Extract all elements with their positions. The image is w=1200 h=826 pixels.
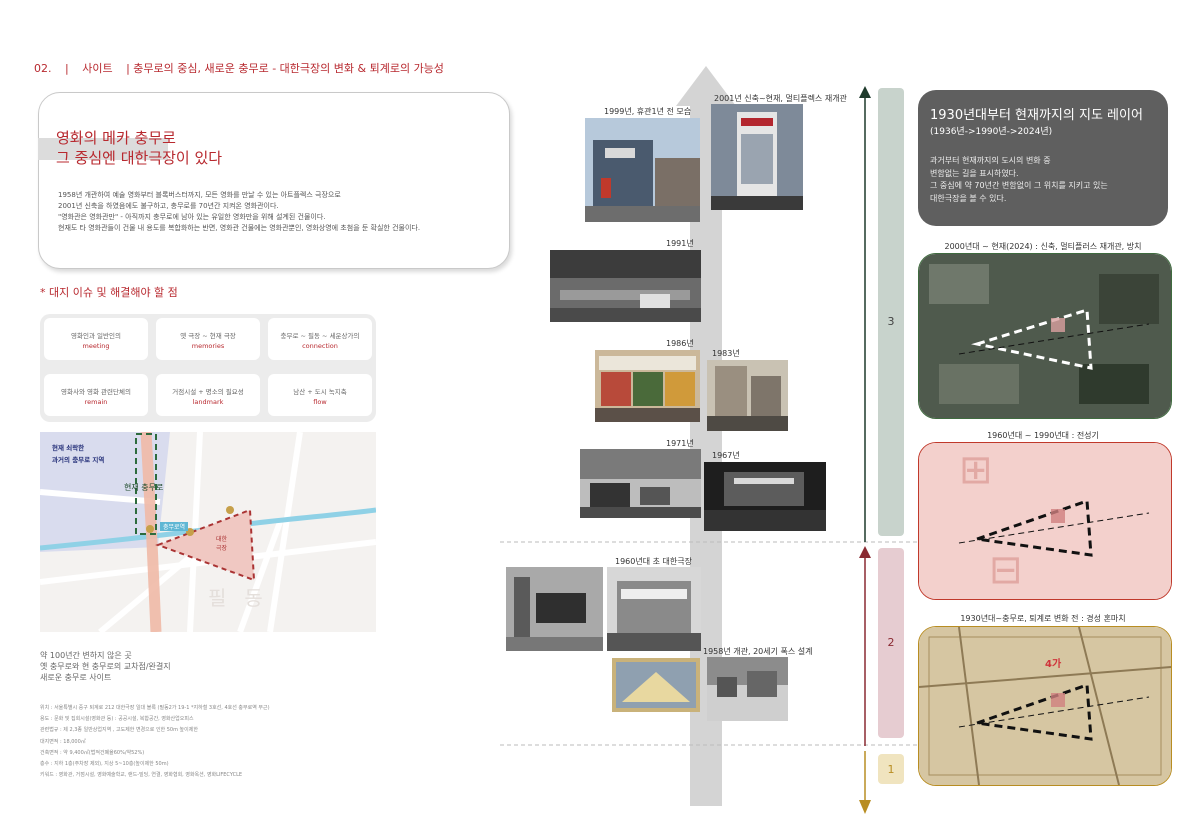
issues-heading: * 대지 이슈 및 해결해야 할 점	[40, 286, 178, 299]
issue-en: memories	[191, 342, 225, 350]
spec-line: 위치 : 서울특별시 중구 퇴계로 212 대한극장 일대 블록 (필동2가 1…	[40, 705, 270, 711]
spec-line: 키워드 : 영화관, 거점시설, 영화예술학교, 랜드-빌딩, 연결, 영화협회…	[40, 772, 243, 779]
label-1999: 1999년, 휴관1년 전 모습	[604, 107, 692, 116]
layers-subtitle: (1936년->1990년->2024년)	[930, 127, 1053, 137]
issue-cell-landmark: 거점시설 + 명소의 필요성 landmark	[156, 374, 260, 416]
intro-title: 영화의 메카 충무로 그 중심엔 대한극장이 있다	[56, 129, 223, 167]
issue-en: meeting	[82, 342, 110, 350]
summary-line: 옛 충무로와 현 충무로의 교차점/완결지	[40, 662, 171, 671]
intro-line: 1958년 개관하여 예술 영화부터 블록버스터까지, 모든 영화를 만날 수 …	[58, 191, 341, 199]
label-1960: 1960년대 초 대한극장	[615, 557, 692, 566]
map2-label: 1960년대 ~ 1990년대 : 전성기	[987, 431, 1099, 440]
spec-line: 건축면적 : 약 9,400㎡(법적건폐율60%/약52%)	[40, 749, 145, 756]
section-number: 02.	[34, 62, 52, 75]
station-label: 충무로역	[160, 522, 189, 531]
street-label: 현재 충무로	[124, 483, 164, 492]
layers-body: 과거부터 현재까지의 도시의 변화 중 변함없는 길을 표시하였다. 그 중심에…	[930, 155, 1108, 205]
svg-text:⊟: ⊟	[989, 547, 1023, 593]
photo-1999	[585, 118, 700, 222]
spec-line: 용도 : 문화 및 집회시설(영화관 등) : 공공시설, 복합공간, 영화산업…	[40, 716, 194, 723]
photo-1991	[550, 250, 701, 322]
photo-1960-street	[506, 567, 603, 651]
layers-body-line: 그 중심에 약 70년간 변함없이 그 위치를 지키고 있는	[930, 181, 1108, 190]
site-specs: 위치 : 서울특별시 중구 퇴계로 212 대한극장 일대 블록 (필동2가 1…	[40, 703, 270, 781]
layers-body-line: 변함없는 길을 표시하였다.	[930, 168, 1019, 178]
phase-label: 2	[887, 636, 895, 649]
issue-en: connection	[302, 342, 338, 350]
issue-cell-connection: 충무로 ~ 필동 ~ 세운상가의 connection	[268, 318, 372, 360]
spec-line: 대지면적 : 18,000㎡	[40, 738, 86, 745]
issue-kr: 충무로 ~ 필동 ~ 세운상가의	[280, 332, 360, 340]
map-caption: 현재 쇠락한 과거의 충무로 지역	[52, 442, 104, 466]
photo-1983	[707, 360, 788, 431]
section-title: | 충무로의 중심, 새로운 충무로 - 대한극장의 변화 & 퇴계로의 가능성	[126, 62, 444, 75]
map-layer-1960: ⊞ ⊟	[918, 442, 1172, 600]
page-header: 02. | 사이트 | 충무로의 중심, 새로운 충무로 - 대한극장의 변화 …	[34, 60, 454, 76]
map3-mark: 4가	[1045, 659, 1062, 670]
photo-2001	[711, 104, 803, 210]
phase-label: 3	[887, 315, 895, 328]
site-label: 대한 극장	[216, 536, 228, 552]
phase-bar-1: 1	[878, 754, 904, 784]
phase-label: 1	[887, 763, 895, 776]
map-caption-line: 과거의 충무로 지역	[52, 456, 105, 464]
intro-card	[38, 92, 510, 269]
photo-1971	[580, 449, 701, 518]
label-1971: 1971년	[666, 439, 694, 448]
summary-line: 새로운 충무로 사이트	[40, 673, 112, 682]
spec-line: 관련법규 : 제 2,3종 일반상업지역 , 고도제한 변경으로 인한 50m …	[40, 727, 198, 734]
intro-line: 현재도 타 영화관들이 건물 내 용도를 복합화하는 반면, 영화관 건물에는 …	[58, 224, 421, 232]
phase-bar-3: 3	[878, 88, 904, 536]
layers-body-line: 과거부터 현재까지의 도시의 변화 중	[930, 156, 1051, 165]
map-layer-1930: 4가	[918, 626, 1172, 786]
issue-cell-flow: 남산 + 도시 녹지축 flow	[268, 374, 372, 416]
phase-arrows	[859, 86, 871, 814]
label-2001: 2001년 신축~현재, 멀티플렉스 재개관	[714, 94, 847, 103]
section-name: 사이트	[82, 62, 113, 75]
label-1967: 1967년	[712, 451, 740, 460]
photo-1960-theater	[607, 567, 701, 651]
issue-en: remain	[84, 398, 108, 406]
district-label: 필동	[208, 586, 281, 610]
photo-1958	[707, 657, 788, 721]
map-layer-2024	[918, 253, 1172, 419]
photo-1986	[595, 350, 700, 422]
layers-title: 1930년대부터 현재까지의 지도 레이어	[930, 108, 1143, 123]
label-1958: 1958년 개관, 20세기 폭스 설계	[703, 647, 813, 656]
intro-line: 2001년 신축을 하였음에도 불구하고, 충무로를 70년간 지켜온 영화관이…	[58, 202, 279, 210]
svg-text:⊞: ⊞	[959, 447, 993, 493]
layers-body-line: 대한극장을 볼 수 있다.	[930, 193, 1007, 203]
phase-bar-2: 2	[878, 548, 904, 738]
spec-line: 층수 : 지하 1층(주차장 제외), 지상 5~10층(높이제한 50m)	[40, 761, 169, 768]
site-map: 현재 쇠락한 과거의 충무로 지역 현재 충무로 충무로역 대한 극장 필동	[40, 432, 376, 632]
map1-label: 2000년대 ~ 현재(2024) : 신축, 멀티플러스 재개관, 방치	[944, 242, 1142, 251]
issue-cell-meeting: 영화인과 일반인의 meeting	[44, 318, 148, 360]
summary-line: 약 100년간 변하지 않은 곳	[40, 651, 132, 660]
issue-en: landmark	[192, 398, 224, 406]
issues-grid: 영화인과 일반인의 meeting 옛 극장 ~ 현재 극장 memories …	[40, 314, 376, 422]
map3-label: 1930년대~충무로, 퇴계로 변화 전 : 경성 혼마치	[960, 614, 1126, 623]
label-1983: 1983년	[712, 349, 740, 358]
issue-en: flow	[313, 398, 327, 406]
intro-body: 1958년 개관하여 예술 영화부터 블록버스터까지, 모든 영화를 만날 수 …	[58, 190, 498, 234]
map-caption-line: 현재 쇠락한	[52, 444, 85, 452]
site-summary: 약 100년간 변하지 않은 곳 옛 충무로와 현 충무로의 교차점/완결지 새…	[40, 650, 171, 683]
label-1991: 1991년	[666, 239, 694, 248]
intro-line: "영화관은 영화관만" - 아직까지 충무로에 남아 있는 유일한 영화만을 위…	[58, 213, 326, 221]
header-separator: |	[65, 62, 69, 75]
issue-cell-remain: 영화사와 영화 관련단체의 remain	[44, 374, 148, 416]
issue-kr: 옛 극장 ~ 현재 극장	[180, 332, 236, 340]
issue-kr: 남산 + 도시 녹지축	[293, 388, 347, 396]
issue-cell-memories: 옛 극장 ~ 현재 극장 memories	[156, 318, 260, 360]
issue-kr: 영화사와 영화 관련단체의	[61, 388, 131, 396]
issue-kr: 영화인과 일반인의	[71, 332, 121, 340]
photo-1967	[704, 462, 826, 531]
photo-1958-drawing	[612, 658, 700, 712]
issue-kr: 거점시설 + 명소의 필요성	[172, 388, 244, 396]
label-1986: 1986년	[666, 339, 694, 348]
